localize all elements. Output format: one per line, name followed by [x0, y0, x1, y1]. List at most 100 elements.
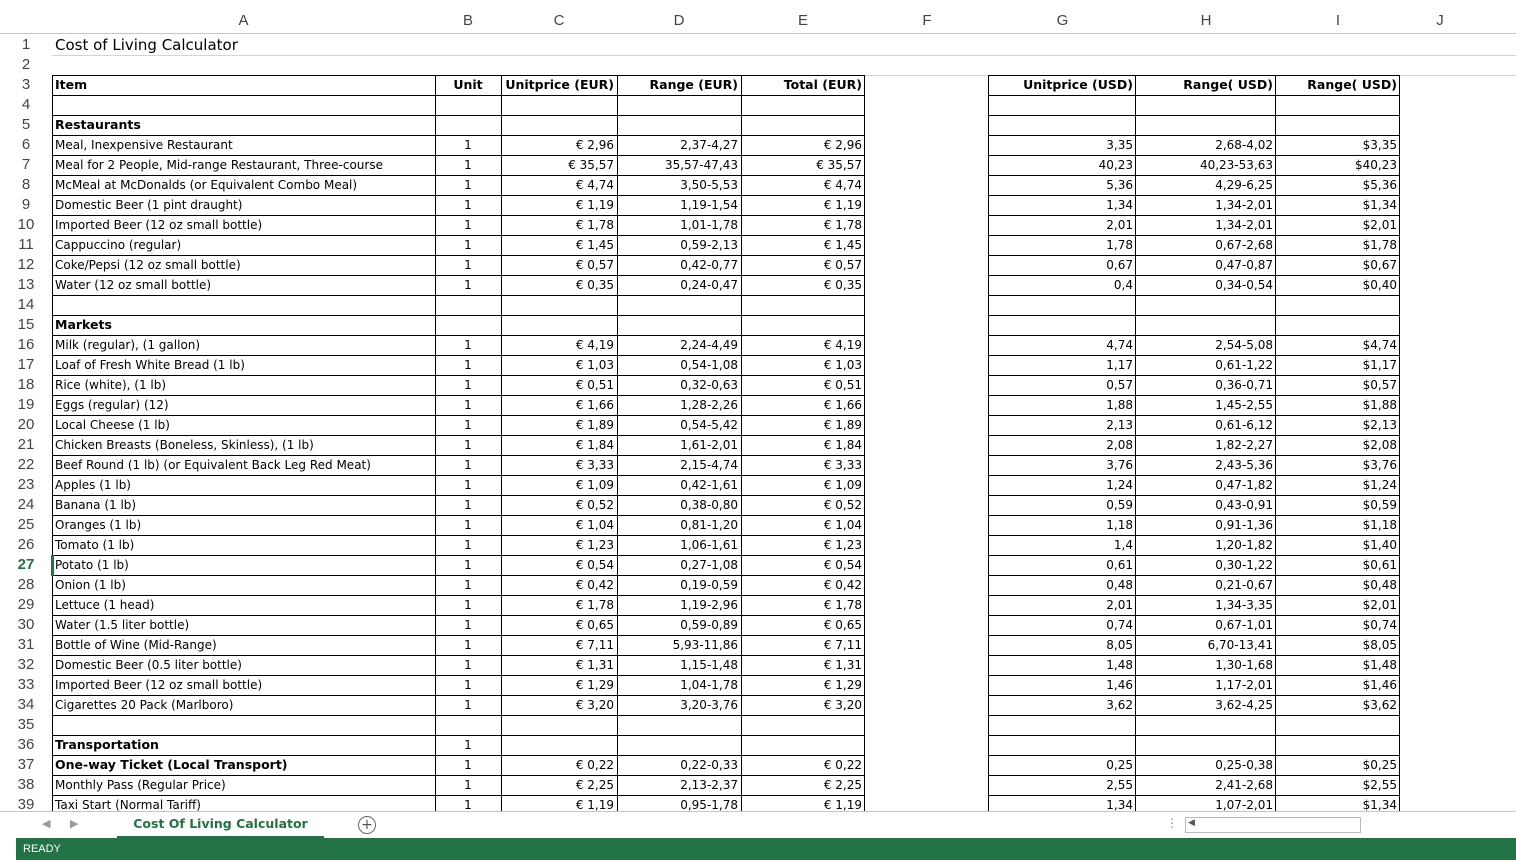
unitprice-eur-cell[interactable]: € 0,54 — [501, 555, 617, 575]
item-cell[interactable]: Water (12 oz small bottle) — [53, 275, 435, 295]
item-cell[interactable]: Potato (1 lb) — [53, 555, 435, 575]
range-usd-2-cell[interactable]: $0,25 — [1276, 755, 1400, 775]
column-header-a[interactable]: A — [52, 9, 435, 33]
unitprice-eur-cell[interactable]: € 1,19 — [501, 195, 617, 215]
range-eur-cell[interactable]: 1,61-2,01 — [617, 435, 741, 455]
column-header-i[interactable]: I — [1276, 9, 1400, 33]
column-header-e[interactable]: E — [741, 9, 865, 33]
unit-cell[interactable]: 1 — [435, 155, 501, 175]
item-cell[interactable]: Lettuce (1 head) — [53, 595, 435, 615]
range-usd-2-cell[interactable]: $3,62 — [1276, 695, 1400, 715]
item-cell[interactable]: Imported Beer (12 oz small bottle) — [53, 675, 435, 695]
unit-cell[interactable]: 1 — [435, 435, 501, 455]
unitprice-eur-cell[interactable]: € 1,29 — [501, 675, 617, 695]
range-eur-cell[interactable]: 1,01-1,78 — [617, 215, 741, 235]
unitprice-eur-cell[interactable]: € 7,11 — [501, 635, 617, 655]
unitprice-usd-cell[interactable]: 3,35 — [989, 135, 1136, 155]
unitprice-usd-cell[interactable]: 1,78 — [989, 235, 1136, 255]
unitprice-usd-cell[interactable]: 2,55 — [989, 775, 1136, 795]
range-usd-cell[interactable]: 0,47-1,82 — [1136, 475, 1276, 495]
unitprice-eur-cell[interactable]: € 0,52 — [501, 495, 617, 515]
range-eur-cell[interactable]: 0,95-1,78 — [617, 795, 741, 811]
total-eur-cell[interactable]: € 35,57 — [741, 155, 865, 175]
item-cell[interactable]: Banana (1 lb) — [53, 495, 435, 515]
range-eur-cell[interactable]: 3,50-5,53 — [617, 175, 741, 195]
range-usd-2-cell[interactable]: $1,46 — [1276, 675, 1400, 695]
unit-cell[interactable]: 1 — [435, 735, 501, 755]
range-usd-2-cell[interactable]: $0,67 — [1276, 255, 1400, 275]
range-usd-cell[interactable]: 1,34-2,01 — [1136, 195, 1276, 215]
unitprice-usd-cell[interactable]: 0,25 — [989, 755, 1136, 775]
range-usd-2-cell[interactable]: $2,55 — [1276, 775, 1400, 795]
unitprice-usd-cell[interactable]: 0,57 — [989, 375, 1136, 395]
range-usd-cell[interactable]: 6,70-13,41 — [1136, 635, 1276, 655]
total-eur-cell[interactable]: € 1,84 — [741, 435, 865, 455]
range-usd-cell[interactable]: 1,20-1,82 — [1136, 535, 1276, 555]
unit-cell[interactable]: 1 — [435, 575, 501, 595]
range-eur-cell[interactable]: 2,15-4,74 — [617, 455, 741, 475]
item-cell[interactable]: Domestic Beer (0.5 liter bottle) — [53, 655, 435, 675]
range-usd-2-cell[interactable]: $2,01 — [1276, 215, 1400, 235]
range-usd-2-cell[interactable]: $4,74 — [1276, 335, 1400, 355]
unit-cell[interactable]: 1 — [435, 615, 501, 635]
unit-cell[interactable]: 1 — [435, 555, 501, 575]
unit-cell[interactable]: 1 — [435, 235, 501, 255]
unit-cell[interactable]: 1 — [435, 215, 501, 235]
unitprice-eur-cell[interactable]: € 1,23 — [501, 535, 617, 555]
unitprice-usd-cell[interactable]: 1,46 — [989, 675, 1136, 695]
total-eur-cell[interactable]: € 1,29 — [741, 675, 865, 695]
item-cell[interactable]: Chicken Breasts (Boneless, Skinless), (1… — [53, 435, 435, 455]
range-eur-cell[interactable]: 0,42-1,61 — [617, 475, 741, 495]
column-header-h[interactable]: H — [1136, 9, 1276, 33]
scroll-tabs-right-icon[interactable]: ▶ — [70, 817, 78, 830]
unitprice-usd-cell[interactable]: 0,48 — [989, 575, 1136, 595]
unitprice-eur-cell[interactable]: € 1,09 — [501, 475, 617, 495]
range-eur-cell[interactable]: 1,19-1,54 — [617, 195, 741, 215]
range-usd-2-cell[interactable]: $0,59 — [1276, 495, 1400, 515]
range-eur-cell[interactable]: 1,06-1,61 — [617, 535, 741, 555]
range-usd-cell[interactable]: 3,62-4,25 — [1136, 695, 1276, 715]
range-usd-2-cell[interactable]: $1,17 — [1276, 355, 1400, 375]
item-cell[interactable]: Taxi Start (Normal Tariff) — [53, 795, 435, 811]
unitprice-eur-cell[interactable]: € 0,42 — [501, 575, 617, 595]
unitprice-usd-cell[interactable]: 0,67 — [989, 255, 1136, 275]
unitprice-eur-cell[interactable]: € 1,04 — [501, 515, 617, 535]
unitprice-usd-cell[interactable]: 0,61 — [989, 555, 1136, 575]
range-usd-cell[interactable]: 1,34-3,35 — [1136, 595, 1276, 615]
range-usd-cell[interactable]: 4,29-6,25 — [1136, 175, 1276, 195]
header-unitprice-usd[interactable]: Unitprice (USD) — [989, 75, 1136, 95]
unitprice-usd-cell[interactable]: 1,17 — [989, 355, 1136, 375]
unit-cell[interactable]: 1 — [435, 635, 501, 655]
item-cell[interactable]: Onion (1 lb) — [53, 575, 435, 595]
item-cell[interactable]: One-way Ticket (Local Transport) — [53, 755, 435, 775]
unitprice-usd-cell[interactable]: 1,24 — [989, 475, 1136, 495]
sheet-title[interactable]: Cost of Living Calculator — [53, 35, 435, 55]
unitprice-eur-cell[interactable]: € 4,19 — [501, 335, 617, 355]
total-eur-cell[interactable]: € 0,22 — [741, 755, 865, 775]
range-usd-cell[interactable]: 0,34-0,54 — [1136, 275, 1276, 295]
range-usd-2-cell[interactable]: $0,57 — [1276, 375, 1400, 395]
range-usd-cell[interactable]: 0,47-0,87 — [1136, 255, 1276, 275]
range-eur-cell[interactable]: 2,24-4,49 — [617, 335, 741, 355]
item-cell[interactable]: Loaf of Fresh White Bread (1 lb) — [53, 355, 435, 375]
unit-cell[interactable]: 1 — [435, 775, 501, 795]
range-usd-cell[interactable]: 0,30-1,22 — [1136, 555, 1276, 575]
unitprice-eur-cell[interactable]: € 1,66 — [501, 395, 617, 415]
column-header-d[interactable]: D — [617, 9, 741, 33]
range-usd-cell[interactable]: 2,68-4,02 — [1136, 135, 1276, 155]
split-handle-icon[interactable]: ⋮ — [1166, 816, 1178, 830]
range-eur-cell[interactable]: 0,22-0,33 — [617, 755, 741, 775]
header-item[interactable]: Item — [53, 75, 435, 95]
unitprice-eur-cell[interactable]: € 35,57 — [501, 155, 617, 175]
total-eur-cell[interactable]: € 1,78 — [741, 215, 865, 235]
unit-cell[interactable]: 1 — [435, 195, 501, 215]
range-eur-cell[interactable]: 0,59-2,13 — [617, 235, 741, 255]
range-usd-2-cell[interactable]: $0,61 — [1276, 555, 1400, 575]
unitprice-eur-cell[interactable]: € 1,78 — [501, 215, 617, 235]
range-usd-cell[interactable]: 2,54-5,08 — [1136, 335, 1276, 355]
range-eur-cell[interactable]: 0,19-0,59 — [617, 575, 741, 595]
range-eur-cell[interactable]: 0,32-0,63 — [617, 375, 741, 395]
item-cell[interactable]: Bottle of Wine (Mid-Range) — [53, 635, 435, 655]
unitprice-eur-cell[interactable]: € 1,45 — [501, 235, 617, 255]
section-heading[interactable]: Markets — [53, 315, 435, 335]
